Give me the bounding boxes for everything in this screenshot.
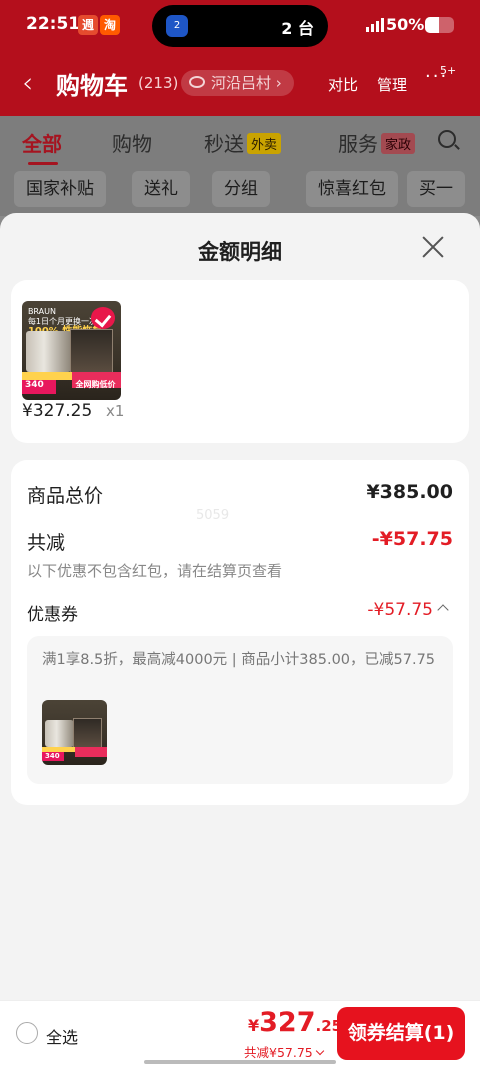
product-quantity: x1 <box>106 402 125 420</box>
island-text: 2 台 <box>281 19 314 38</box>
promo-label: 全网购低价 <box>71 372 121 389</box>
checkout-bar: 全选 ¥327.25 共减¥57.75 领券结算(1) <box>0 1000 480 1067</box>
manage-link[interactable]: 管理 <box>377 74 407 95</box>
tab-service-label: 服务 <box>338 132 378 156</box>
product-image[interactable]: BRAUN每1日个月更换一次刀头100% 性能恢复 全网购低价 340 <box>22 301 121 400</box>
broadcast-icon: 2 <box>166 15 188 37</box>
check-badge-icon <box>91 306 116 329</box>
app-notification-icon: 週 <box>78 15 98 35</box>
back-icon[interactable]: ‹ <box>22 66 33 99</box>
coupon-label: 优惠券 <box>27 605 78 625</box>
goods-total-value: ¥385.00 <box>366 481 453 503</box>
watermark: 5059 <box>196 508 230 523</box>
tab-instant-tag: 外卖 <box>247 133 282 154</box>
discount-note: 以下优惠不包含红包，请在结算页查看 <box>27 562 283 580</box>
tab-all[interactable]: 全部 <box>22 128 62 157</box>
tab-service[interactable]: 服务 家政 <box>338 128 416 157</box>
signal-icon <box>366 18 384 32</box>
refill-box-graphic <box>69 328 114 375</box>
active-tab-indicator <box>28 162 58 165</box>
location-label: 河沿吕村 <box>211 74 272 92</box>
coupon-detail-box: 满1享8.5折，最高减4000元 | 商品小计385.00，已减57.75 34… <box>27 636 453 784</box>
chip-buy-one[interactable]: 买一 <box>407 171 465 207</box>
chip-surprise-redpacket[interactable]: 惊喜红包 <box>306 171 398 207</box>
discount-label: 共减 <box>27 532 66 554</box>
cart-count: (213) <box>138 74 179 92</box>
refill-box-graphic <box>73 718 102 749</box>
savings-text: 共减¥57.75 <box>244 1045 313 1060</box>
chip-gift[interactable]: 送礼 <box>132 171 190 207</box>
product-price: ¥327.25 <box>22 401 93 421</box>
coupon-value[interactable]: -¥57.75 <box>367 600 433 620</box>
status-bar: 22:51 週 淘 2 2 台 50% <box>0 0 480 52</box>
dynamic-island[interactable]: 2 2 台 <box>152 5 328 47</box>
taobao-notification-icon: 淘 <box>100 15 120 35</box>
tab-shopping[interactable]: 购物 <box>112 128 152 157</box>
category-tabs: 全部 购物 秒送 外卖 服务 家政 <box>0 116 480 166</box>
location-selector[interactable]: 河沿吕村 › <box>181 70 294 96</box>
status-time: 22:51 <box>26 14 81 34</box>
more-badge: 5+ <box>440 64 457 77</box>
tab-instant-label: 秒送 <box>204 132 244 156</box>
search-icon[interactable] <box>438 130 456 148</box>
total-currency: ¥ <box>248 1016 260 1035</box>
shaver-graphic <box>25 330 71 373</box>
price-summary-card: 商品总价 ¥385.00 共减 -¥57.75 以下优惠不包含红包，请在结算页查… <box>11 460 469 805</box>
amount-detail-sheet: 金额明细 BRAUN每1日个月更换一次刀头100% 性能恢复 全网购低价 340… <box>0 213 480 1067</box>
price-tag: 340 <box>42 752 65 762</box>
eye-icon <box>189 76 205 88</box>
page-title: 购物车 <box>56 72 128 100</box>
tab-instant[interactable]: 秒送 外卖 <box>204 128 282 157</box>
battery-percent: 50% <box>386 15 425 34</box>
filter-chips: 国家补贴 送礼 分组 惊喜红包 买一 <box>0 166 480 216</box>
coupon-product-image: 340 <box>42 700 107 765</box>
battery-icon <box>425 17 454 33</box>
chevron-up-icon[interactable] <box>437 604 449 616</box>
chip-group[interactable]: 分组 <box>212 171 270 207</box>
promo-label <box>74 746 107 758</box>
chip-national-subsidy[interactable]: 国家补贴 <box>14 171 106 207</box>
shaver-graphic <box>44 719 74 747</box>
close-icon[interactable] <box>419 233 447 261</box>
home-indicator[interactable] <box>144 1060 336 1064</box>
tab-service-tag: 家政 <box>381 133 416 154</box>
promo-yellow-strip <box>22 372 72 381</box>
total-integer: 327 <box>259 1007 316 1038</box>
sheet-title: 金额明细 <box>198 240 282 264</box>
goods-total-label: 商品总价 <box>27 485 104 507</box>
savings-toggle[interactable]: 共减¥57.75 <box>244 1042 324 1061</box>
price-tag: 340 <box>22 380 56 395</box>
select-all-radio[interactable] <box>16 1022 38 1044</box>
coupon-detail-text: 满1享8.5折，最高减4000元 | 商品小计385.00，已减57.75 <box>42 652 436 668</box>
discount-value: -¥57.75 <box>371 528 453 550</box>
total-price: ¥327.25 <box>248 1007 342 1038</box>
compare-link[interactable]: 对比 <box>328 74 358 95</box>
chevron-down-icon <box>315 1046 324 1056</box>
checkout-button[interactable]: 领券结算(1) <box>337 1007 465 1060</box>
select-all-label[interactable]: 全选 <box>46 1024 78 1048</box>
